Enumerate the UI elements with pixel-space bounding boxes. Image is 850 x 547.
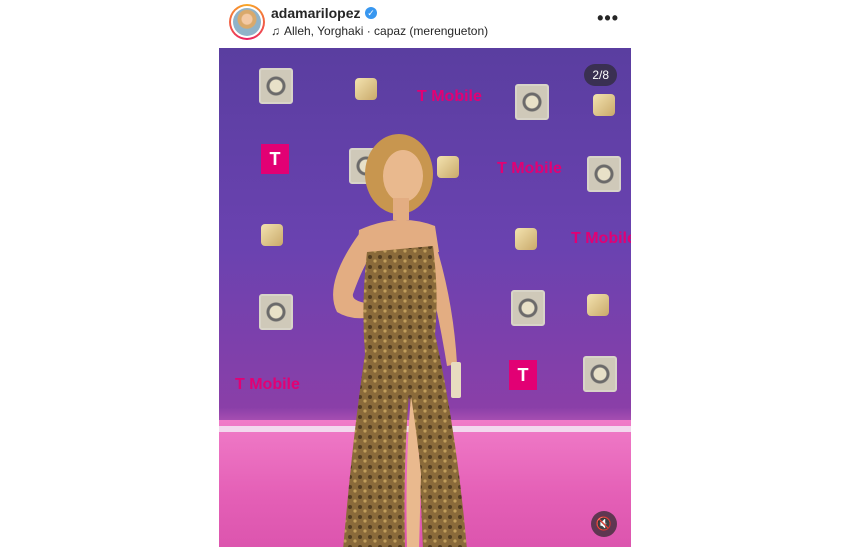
tmobile-logo: T Mobile xyxy=(417,88,482,105)
award-logo xyxy=(259,294,293,330)
award-logo xyxy=(511,290,545,326)
award-logo xyxy=(259,68,293,104)
muted-speaker-icon[interactable]: 🔇 xyxy=(591,511,617,537)
slide-counter: 2/8 xyxy=(584,64,617,86)
award-logo xyxy=(587,156,621,192)
tmobile-t-logo: T xyxy=(509,360,537,390)
tmobile-logo: T Mobile xyxy=(235,376,300,393)
award-logo xyxy=(515,84,549,120)
univision-logo xyxy=(515,228,537,250)
music-label: Alleh, Yorghaki · capaz (merengueton) xyxy=(284,24,489,38)
post-media[interactable]: T Mobile T T Mobile T Mobile T Mobile T xyxy=(219,48,631,547)
avatar[interactable] xyxy=(229,4,265,40)
univision-logo xyxy=(587,294,609,316)
person-in-gown xyxy=(333,134,467,547)
univision-logo xyxy=(593,94,615,116)
music-link[interactable]: ♫ Alleh, Yorghaki · capaz (merengueton) xyxy=(271,24,488,38)
tmobile-logo: T Mobile xyxy=(571,230,631,247)
award-logo xyxy=(583,356,617,392)
music-note-icon: ♫ xyxy=(271,24,280,38)
verified-badge-icon: ✓ xyxy=(365,7,377,19)
univision-logo xyxy=(261,224,283,246)
univision-logo xyxy=(355,78,377,100)
instagram-post: adamarilopez ✓ ♫ Alleh, Yorghaki · capaz … xyxy=(219,0,631,547)
post-header: adamarilopez ✓ ♫ Alleh, Yorghaki · capaz … xyxy=(219,0,631,44)
username[interactable]: adamarilopez xyxy=(271,5,360,21)
more-options-icon[interactable]: ••• xyxy=(597,8,619,29)
tmobile-logo: T Mobile xyxy=(497,160,562,177)
tmobile-t-logo: T xyxy=(261,144,289,174)
